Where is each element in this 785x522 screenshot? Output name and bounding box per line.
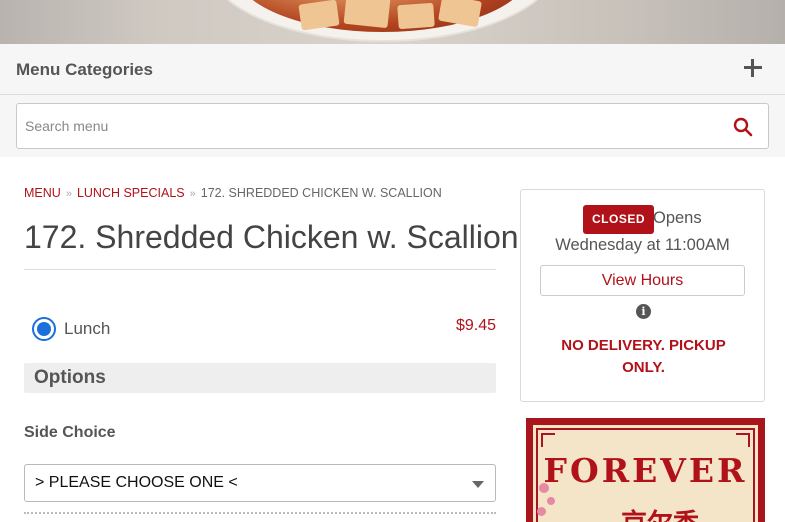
blossom: [547, 497, 555, 505]
food-piece: [397, 2, 435, 30]
food-piece: [343, 0, 391, 29]
status-badge: CLOSED: [583, 205, 655, 234]
item-price: $9.45: [455, 317, 496, 334]
side-choice-value: > PLEASE CHOOSE ONE <: [35, 474, 238, 491]
options-header: Options: [24, 363, 496, 393]
delivery-note: NO DELIVERY. PICKUP ONLY.: [561, 337, 726, 376]
logo-chinese-text: 京尔香: [621, 503, 699, 522]
food-piece: [298, 0, 340, 31]
view-hours-button[interactable]: View Hours: [540, 265, 745, 296]
side-choice-select[interactable]: > PLEASE CHOOSE ONE <: [24, 464, 496, 502]
info-icon[interactable]: i: [636, 304, 651, 319]
size-option-row[interactable]: Lunch $9.45: [24, 314, 496, 344]
breadcrumb-current: 172. SHREDDED CHICKEN W. SCALLION: [200, 186, 442, 200]
search-icon[interactable]: [733, 117, 753, 137]
menu-categories-label: Menu Categories: [16, 60, 153, 79]
menu-categories-bar[interactable]: Menu Categories: [0, 44, 785, 95]
size-option-label: Lunch: [64, 319, 111, 338]
blossom: [537, 507, 546, 516]
breadcrumb-separator: »: [189, 188, 196, 200]
logo-corner: [541, 433, 555, 447]
logo-corner: [736, 433, 750, 447]
search-box[interactable]: [16, 103, 769, 149]
breadcrumb-menu[interactable]: MENU: [24, 186, 61, 200]
store-hours-card: CLOSED Opens Wednesday at 11:00AM View H…: [520, 189, 765, 402]
breadcrumb-separator: »: [65, 188, 72, 200]
search-bar: [0, 95, 785, 157]
size-radio[interactable]: [32, 317, 56, 341]
logo-wordmark: FOREVER: [543, 451, 748, 490]
chevron-down-icon: [472, 481, 484, 488]
divider: [24, 269, 496, 270]
side-choice-label: Side Choice: [24, 424, 116, 441]
opens-time: Wednesday at 11:00AM: [555, 236, 730, 254]
breadcrumb: MENU » LUNCH SPECIALS » 172. SHREDDED CHICKE…: [24, 186, 442, 200]
options-heading: Options: [34, 367, 106, 388]
dotted-divider: [24, 512, 496, 514]
opens-label: Opens: [653, 209, 702, 227]
plus-icon[interactable]: [741, 56, 765, 80]
search-input[interactable]: [25, 104, 705, 148]
page-title: 172. Shredded Chicken w. Scallion: [24, 219, 519, 255]
breadcrumb-lunch-specials[interactable]: LUNCH SPECIALS: [77, 186, 185, 200]
hero-food-image: [0, 0, 785, 44]
restaurant-logo: FOREVER 京尔香: [526, 418, 765, 522]
